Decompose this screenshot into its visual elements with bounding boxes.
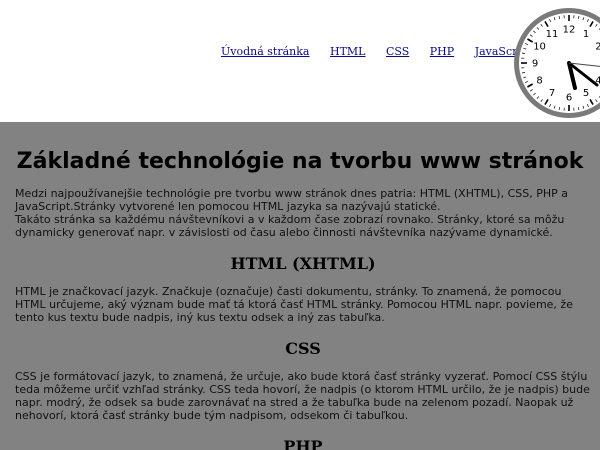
section-text-css: CSS je formátovací jazyk, to znamená, že…	[15, 370, 590, 422]
nav-link-html[interactable]: HTML	[330, 45, 366, 58]
main-nav: Úvodná stránka HTML CSS PHP JavaScript	[221, 45, 532, 58]
intro-paragraph-1: Medzi najpoužívanejšie technológie pre t…	[15, 187, 569, 213]
section-heading-php: PHP	[283, 437, 323, 450]
nav-link-css[interactable]: CSS	[386, 45, 409, 58]
nav-link-php[interactable]: PHP	[430, 45, 454, 58]
analog-clock: 121234567891011	[511, 5, 600, 121]
clock-icon: 121234567891011	[514, 8, 600, 118]
section-heading-css: CSS	[285, 339, 321, 358]
nav-link-home[interactable]: Úvodná stránka	[221, 45, 309, 58]
main-content-area: Základné technológie na tvorbu www strán…	[0, 122, 600, 450]
article-body: Medzi najpoužívanejšie technológie pre t…	[15, 187, 591, 450]
clock-number: 6	[566, 93, 572, 104]
clock-number: 10	[533, 42, 546, 53]
clock-number: 9	[532, 59, 538, 70]
site-header: Úvodná stránka HTML CSS PHP JavaScript 1…	[0, 0, 600, 122]
clock-number: 2	[595, 42, 600, 53]
clock-number: 7	[549, 88, 555, 99]
clock-number: 1	[583, 29, 589, 40]
section-heading-html: HTML (XHTML)	[230, 254, 376, 273]
clock-number: 5	[583, 88, 589, 99]
clock-number: 8	[536, 76, 542, 87]
intro-paragraph-2: Takáto stránka sa každému návštevníkovi …	[15, 213, 565, 239]
section-text-html: HTML je značkovací jazyk. Značkuje (ozna…	[15, 285, 573, 324]
clock-number: 12	[563, 25, 576, 36]
page-title: Základné technológie na tvorbu www strán…	[16, 149, 584, 174]
clock-number: 11	[546, 29, 559, 40]
